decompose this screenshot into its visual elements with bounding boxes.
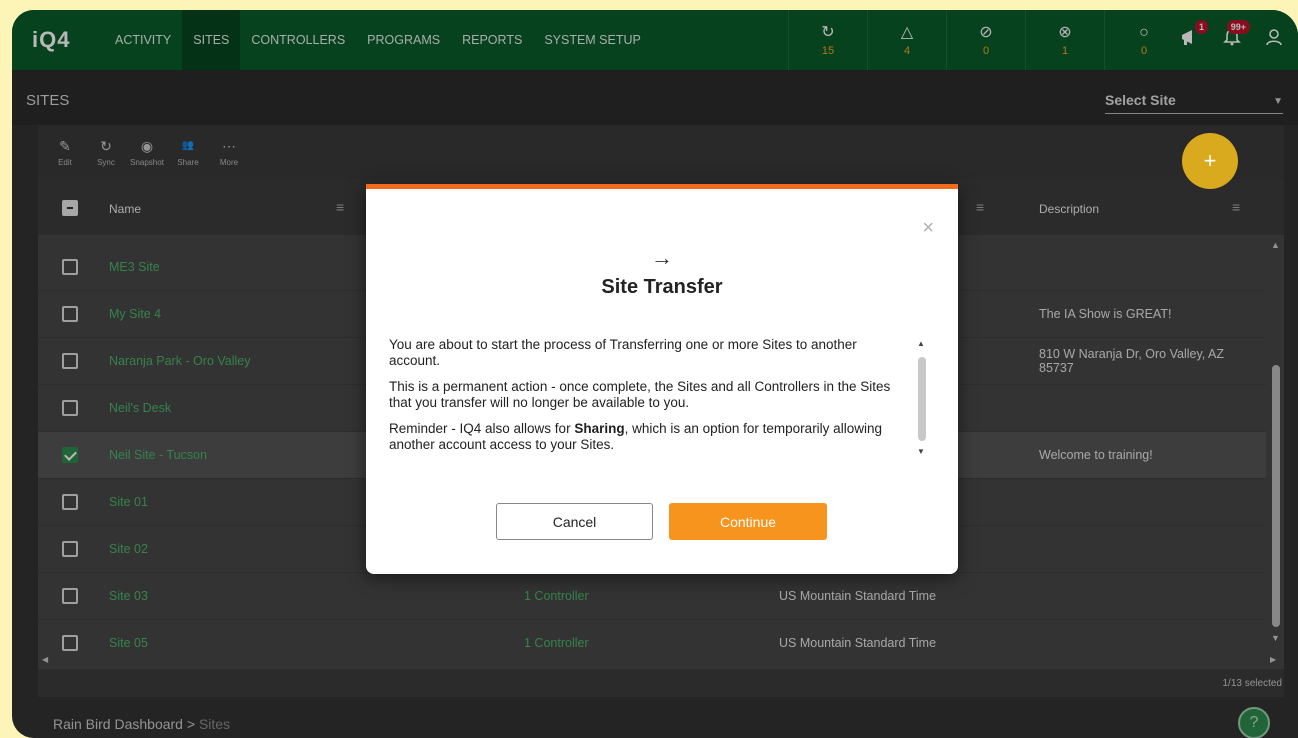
scroll-up-icon[interactable]: ▲ (917, 339, 925, 348)
dialog-scrollbar[interactable]: ▲ ▼ (915, 339, 929, 461)
site-transfer-dialog: × → Site Transfer You are about to start… (366, 184, 958, 574)
app-frame: iQ4 ACTIVITY SITES CONTROLLERS PROGRAMS … (12, 10, 1298, 738)
reminder-text: Reminder - IQ4 also allows for (389, 421, 575, 436)
transfer-arrow-icon: → (651, 245, 673, 270)
close-icon[interactable]: × (922, 217, 934, 240)
dialog-paragraph: This is a permanent action - once comple… (389, 379, 891, 410)
scroll-down-icon[interactable]: ▼ (917, 447, 925, 456)
continue-button[interactable]: Continue (669, 503, 827, 540)
cancel-button[interactable]: Cancel (496, 503, 653, 540)
sharing-emphasis: Sharing (574, 421, 625, 436)
plus-icon: + (1203, 148, 1217, 173)
dialog-paragraph: Reminder - IQ4 also allows for Sharing, … (389, 421, 899, 453)
dialog-paragraph: You are about to start the process of Tr… (389, 337, 857, 368)
scroll-thumb[interactable] (918, 357, 926, 441)
add-site-button[interactable]: + (1182, 133, 1238, 189)
dialog-message: You are about to start the process of Tr… (389, 337, 899, 463)
dialog-title: Site Transfer (601, 276, 723, 298)
